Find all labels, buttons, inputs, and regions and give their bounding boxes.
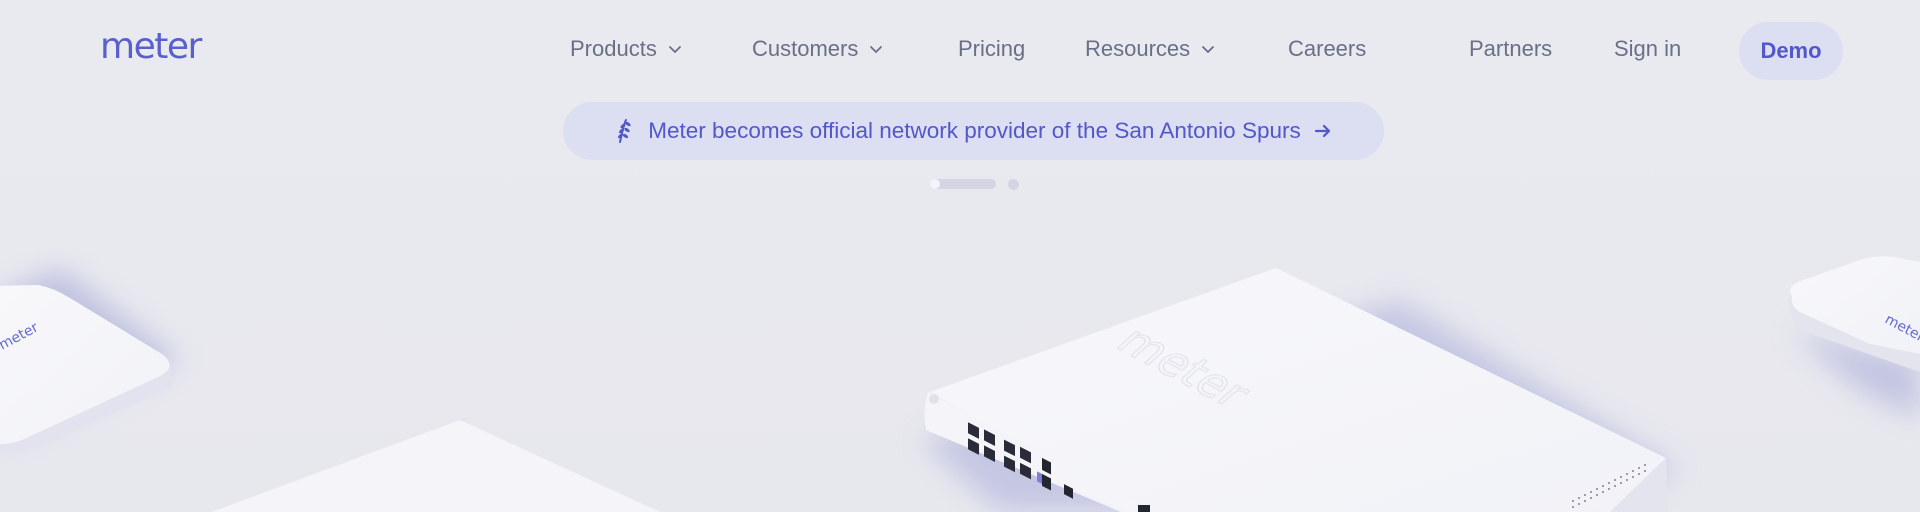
bottom-left-device — [212, 417, 660, 512]
hero-illustration: meter meter meter — [0, 256, 1920, 512]
center-network-switch: meter — [920, 268, 1680, 512]
right-access-point: meter — [1789, 256, 1920, 420]
page: meter Products Customers Pricing Resourc… — [0, 0, 1920, 512]
left-access-point: meter — [0, 268, 180, 454]
